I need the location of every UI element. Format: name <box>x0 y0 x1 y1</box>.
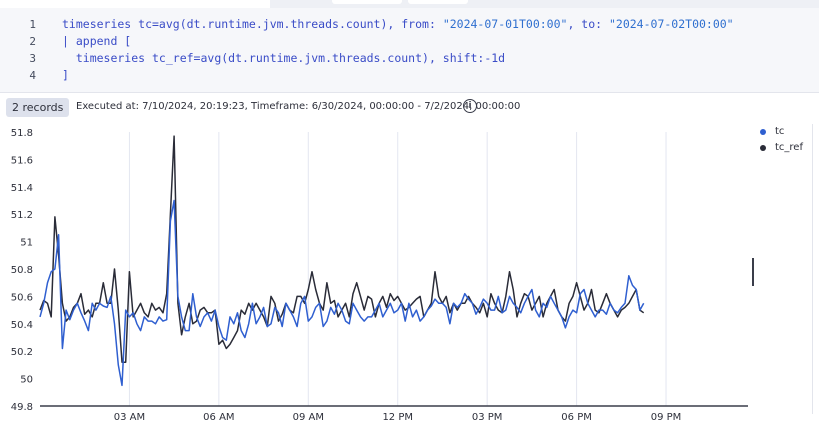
tab-active[interactable] <box>332 0 402 4</box>
y-tick-label: 51.4 <box>11 183 33 194</box>
y-tick-label: 51.8 <box>11 128 33 139</box>
result-status-bar: 2 records Executed at: 7/10/2024, 20:19:… <box>0 96 819 118</box>
legend-label: tc_ref <box>775 142 803 153</box>
x-tick-label: 09 AM <box>293 412 324 423</box>
y-tick-label: 50.2 <box>11 347 33 358</box>
series-color-dot-icon <box>760 129 766 135</box>
code-token: timeseries tc_ref=avg(dt.runtime.jvm.thr… <box>62 51 506 65</box>
x-tick-label: 12 PM <box>382 412 413 423</box>
legend-label: tc <box>775 126 785 137</box>
y-tick-label: 50.4 <box>11 320 33 331</box>
code-token: timeseries tc=avg(dt.runtime.jvm.threads… <box>62 17 443 31</box>
timeseries-line-chart: 03 AM 06 AM 09 AM 12 PM 03 PM 06 PM 09 PM 49.8 5… <box>11 128 748 423</box>
dql-query-editor[interactable]: 1 2 3 4 timeseries tc=avg(dt.runtime.jvm… <box>0 8 819 93</box>
chart-scrollbar[interactable] <box>752 258 754 286</box>
x-tick-label: 03 AM <box>114 412 145 423</box>
chart-legend: tc tc_ref <box>760 124 803 156</box>
code-line-3[interactable]: timeseries tc_ref=avg(dt.runtime.jvm.thr… <box>62 50 809 67</box>
code-line-4[interactable]: ] <box>62 67 809 84</box>
code-string: "2024-07-02T00:00" <box>608 17 734 31</box>
line-number-gutter: 1 2 3 4 <box>0 16 46 84</box>
tab[interactable] <box>408 0 468 4</box>
records-count-badge[interactable]: 2 records <box>6 98 70 117</box>
x-tick-label: 06 AM <box>203 412 234 423</box>
code-token: | append [ <box>62 34 132 48</box>
line-number: 3 <box>29 52 36 65</box>
x-tick-label: 09 PM <box>651 412 682 423</box>
info-icon[interactable]: i <box>463 99 477 113</box>
series-color-dot-icon <box>760 145 766 151</box>
y-tick-label: 51 <box>20 238 33 249</box>
code-line-1[interactable]: timeseries tc=avg(dt.runtime.jvm.threads… <box>62 16 809 33</box>
series-line-tc-ref <box>39 135 645 363</box>
y-tick-label: 49.8 <box>11 402 33 413</box>
code-area[interactable]: timeseries tc=avg(dt.runtime.jvm.threads… <box>62 16 809 84</box>
code-token: , to: <box>567 17 609 31</box>
legend-item-tc[interactable]: tc <box>760 124 803 140</box>
y-tick-label: 50.8 <box>11 265 33 276</box>
x-tick-label: 06 PM <box>561 412 592 423</box>
code-string: "2024-07-01T00:00" <box>442 17 568 31</box>
y-tick-label: 50 <box>20 375 33 386</box>
y-tick-label: 51.2 <box>11 210 33 221</box>
panel-divider <box>812 124 813 414</box>
line-number: 4 <box>29 69 36 82</box>
legend-item-tc-ref[interactable]: tc_ref <box>760 140 803 156</box>
execution-info-text: Executed at: 7/10/2024, 20:19:23, Timefr… <box>76 101 521 112</box>
line-number: 1 <box>29 18 36 31</box>
code-line-2[interactable]: | append [ <box>62 33 809 50</box>
line-number: 2 <box>29 35 36 48</box>
x-tick-label: 03 PM <box>472 412 503 423</box>
y-tick-label: 51.6 <box>11 155 33 166</box>
query-tab-strip <box>270 0 819 8</box>
code-token: ] <box>62 68 69 82</box>
y-tick-label: 50.6 <box>11 292 33 303</box>
